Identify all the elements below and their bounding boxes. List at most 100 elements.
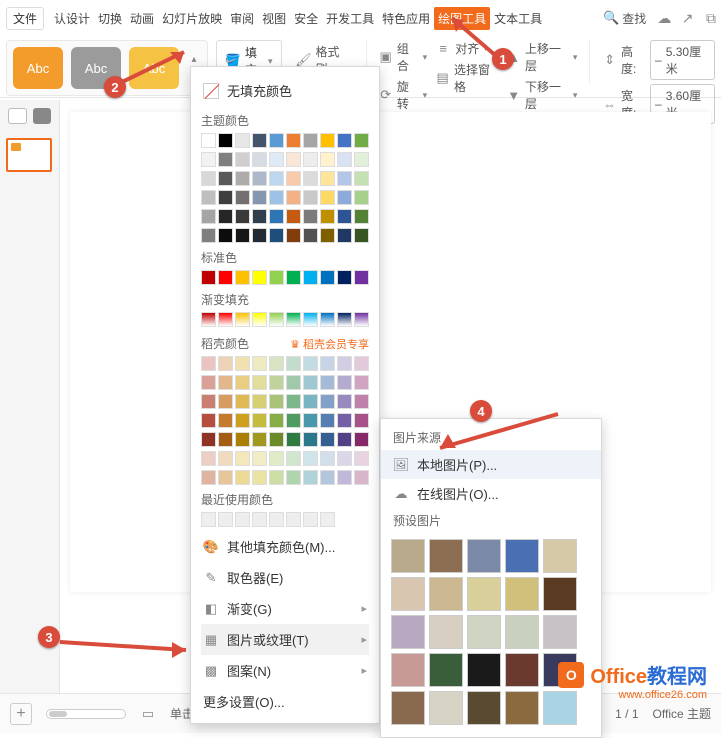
color-swatch[interactable]	[337, 432, 352, 447]
gradient-swatch[interactable]	[218, 312, 233, 327]
color-swatch[interactable]	[201, 171, 216, 186]
gradient-swatch[interactable]	[201, 312, 216, 327]
cloud-icon[interactable]: ☁	[654, 10, 674, 27]
color-swatch[interactable]	[337, 413, 352, 428]
gradient-swatch[interactable]	[252, 312, 267, 327]
color-swatch[interactable]	[320, 190, 335, 205]
color-swatch[interactable]	[235, 133, 250, 148]
color-swatch[interactable]	[320, 432, 335, 447]
color-swatch[interactable]	[269, 270, 284, 285]
gradient-swatch[interactable]	[303, 312, 318, 327]
gradient-swatch[interactable]	[269, 312, 284, 327]
texture-swatch[interactable]	[429, 539, 463, 573]
tab-slideshow[interactable]: 幻灯片放映	[158, 7, 226, 30]
color-swatch[interactable]	[303, 394, 318, 409]
gradient-item[interactable]: ◧渐变(G)▸	[201, 593, 369, 624]
color-swatch[interactable]	[354, 171, 369, 186]
color-swatch[interactable]	[252, 133, 267, 148]
online-picture-item[interactable]: ☁在线图片(O)...	[381, 479, 601, 508]
color-swatch[interactable]	[286, 171, 301, 186]
color-swatch[interactable]	[235, 270, 250, 285]
eyedropper-item[interactable]: ✎取色器(E)	[201, 562, 369, 593]
color-swatch[interactable]	[218, 432, 233, 447]
gradient-swatch[interactable]	[354, 312, 369, 327]
color-swatch[interactable]	[320, 470, 335, 485]
texture-swatch[interactable]	[543, 615, 577, 649]
tab-animation[interactable]: 动画	[126, 7, 158, 30]
color-swatch[interactable]	[269, 432, 284, 447]
color-swatch[interactable]	[354, 451, 369, 466]
color-swatch[interactable]	[320, 394, 335, 409]
color-swatch[interactable]	[218, 209, 233, 224]
color-swatch[interactable]	[303, 171, 318, 186]
color-swatch[interactable]	[303, 133, 318, 148]
doke-vip-label[interactable]: ♛ 稻壳会员专享	[290, 336, 369, 352]
color-swatch[interactable]	[337, 209, 352, 224]
color-swatch[interactable]	[252, 375, 267, 390]
gradient-swatch[interactable]	[320, 312, 335, 327]
color-swatch[interactable]	[252, 152, 267, 167]
color-swatch[interactable]	[269, 152, 284, 167]
selection-pane-button[interactable]: ▤选择窗格	[435, 61, 498, 95]
recent-swatch[interactable]	[201, 512, 216, 527]
tab-review[interactable]: 审阅	[226, 7, 258, 30]
color-swatch[interactable]	[269, 133, 284, 148]
texture-swatch[interactable]	[429, 577, 463, 611]
slide-thumbnail-1[interactable]	[6, 138, 52, 172]
color-swatch[interactable]	[320, 270, 335, 285]
color-swatch[interactable]	[286, 356, 301, 371]
bring-forward-button[interactable]: ▲上移一层▾	[506, 40, 577, 74]
tab-design[interactable]: 认设计	[50, 7, 94, 30]
texture-swatch[interactable]	[467, 577, 501, 611]
color-swatch[interactable]	[252, 451, 267, 466]
texture-swatch[interactable]	[505, 577, 539, 611]
color-swatch[interactable]	[337, 152, 352, 167]
color-swatch[interactable]	[320, 171, 335, 186]
color-swatch[interactable]	[337, 394, 352, 409]
color-swatch[interactable]	[269, 413, 284, 428]
tab-transition[interactable]: 切换	[94, 7, 126, 30]
color-swatch[interactable]	[218, 356, 233, 371]
color-swatch[interactable]	[235, 394, 250, 409]
more-settings-item[interactable]: 更多设置(O)...	[201, 686, 369, 717]
color-swatch[interactable]	[269, 228, 284, 243]
share-icon[interactable]: ↗	[678, 10, 698, 27]
color-swatch[interactable]	[235, 375, 250, 390]
color-swatch[interactable]	[337, 190, 352, 205]
color-swatch[interactable]	[286, 375, 301, 390]
color-swatch[interactable]	[303, 432, 318, 447]
add-slide-button[interactable]: +	[10, 703, 32, 725]
color-swatch[interactable]	[337, 375, 352, 390]
color-swatch[interactable]	[252, 209, 267, 224]
color-swatch[interactable]	[252, 470, 267, 485]
recent-swatch[interactable]	[303, 512, 318, 527]
color-swatch[interactable]	[218, 470, 233, 485]
color-swatch[interactable]	[252, 190, 267, 205]
texture-swatch[interactable]	[391, 653, 425, 687]
color-swatch[interactable]	[252, 356, 267, 371]
texture-swatch[interactable]	[543, 691, 577, 725]
color-swatch[interactable]	[320, 356, 335, 371]
color-swatch[interactable]	[218, 451, 233, 466]
color-swatch[interactable]	[235, 209, 250, 224]
color-swatch[interactable]	[269, 470, 284, 485]
color-swatch[interactable]	[320, 133, 335, 148]
color-swatch[interactable]	[235, 356, 250, 371]
color-swatch[interactable]	[303, 451, 318, 466]
color-swatch[interactable]	[303, 413, 318, 428]
color-swatch[interactable]	[252, 394, 267, 409]
color-swatch[interactable]	[320, 413, 335, 428]
color-swatch[interactable]	[201, 375, 216, 390]
color-swatch[interactable]	[252, 413, 267, 428]
texture-swatch[interactable]	[505, 615, 539, 649]
color-swatch[interactable]	[218, 133, 233, 148]
color-swatch[interactable]	[286, 190, 301, 205]
color-swatch[interactable]	[337, 451, 352, 466]
recent-swatch[interactable]	[269, 512, 284, 527]
color-swatch[interactable]	[218, 228, 233, 243]
texture-swatch[interactable]	[391, 691, 425, 725]
search-button[interactable]: 🔍查找	[603, 10, 646, 27]
color-swatch[interactable]	[320, 451, 335, 466]
color-swatch[interactable]	[286, 209, 301, 224]
more-colors-item[interactable]: 🎨其他填充颜色(M)...	[201, 531, 369, 562]
